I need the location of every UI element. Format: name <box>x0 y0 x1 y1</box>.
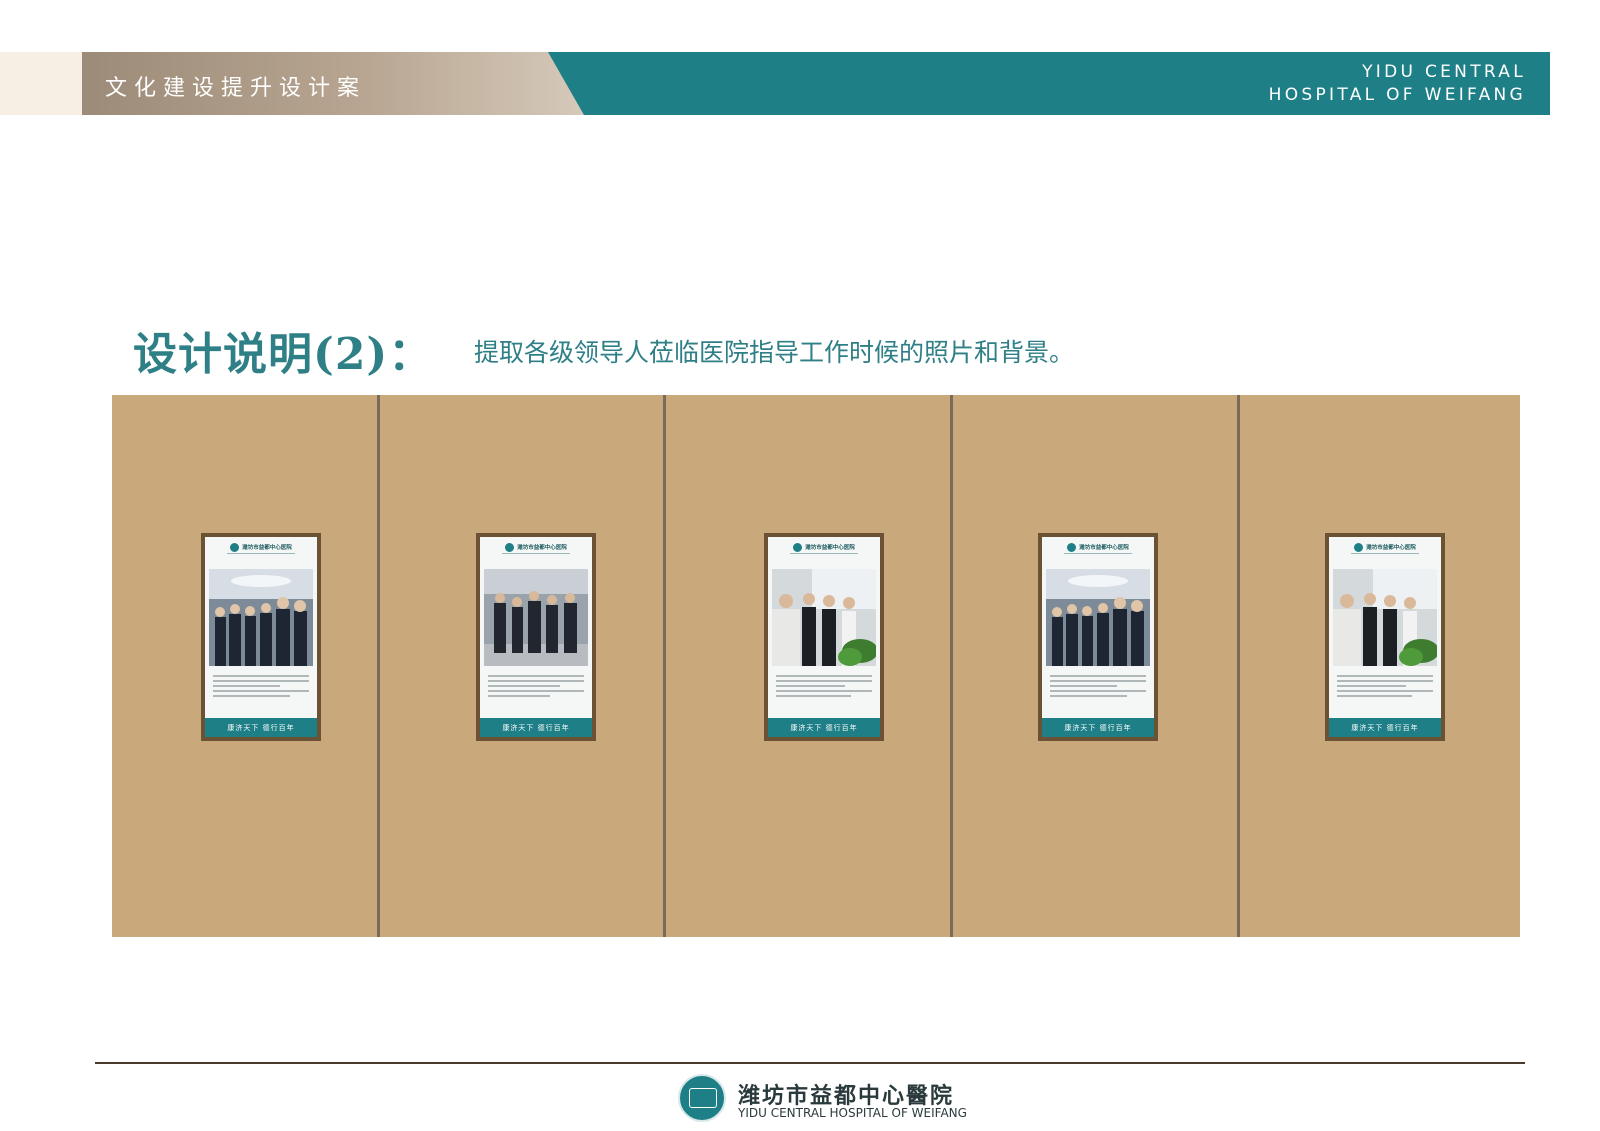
panel-footer: 康济天下 德行百年 <box>205 718 317 737</box>
panel-slogan: 康济天下 德行百年 <box>1064 723 1132 732</box>
panel-header-rule <box>227 553 295 554</box>
wall-divider <box>663 395 666 937</box>
seal-building-icon <box>689 1088 717 1108</box>
panel-caption <box>213 672 309 717</box>
hospital-logo-icon <box>505 542 515 552</box>
panel-caption <box>776 672 872 717</box>
panel-slogan: 康济天下 德行百年 <box>227 723 295 732</box>
photo-plant-meeting <box>1333 569 1437 666</box>
panel-header-rule <box>790 553 858 554</box>
panel-slogan: 康济天下 德行百年 <box>502 723 570 732</box>
photo-group-meeting <box>1046 569 1150 666</box>
panel-caption <box>488 672 584 717</box>
display-panel-1: 潍坊市益都中心医院 康济天下 德行百年 <box>201 533 321 741</box>
header-en-line2: HOSPITAL OF WEIFANG <box>1268 85 1526 105</box>
panel-header: 潍坊市益都中心医院 <box>1042 537 1154 557</box>
display-panel-3: 潍坊市益都中心医院 康济天下 德行百年 <box>764 533 884 741</box>
wall-divider <box>950 395 953 937</box>
panel-footer: 康济天下 德行百年 <box>480 718 592 737</box>
display-panel-5: 潍坊市益都中心医院 康济天下 德行百年 <box>1325 533 1445 741</box>
hospital-seal-icon <box>678 1074 726 1122</box>
panel-header: 潍坊市益都中心医院 <box>205 537 317 557</box>
display-panel-2: 潍坊市益都中心医院 康济天下 德行百年 <box>476 533 596 741</box>
panel-hospital-name: 潍坊市益都中心医院 <box>1366 545 1416 551</box>
panel-caption <box>1337 672 1433 717</box>
photo-plant-meeting <box>772 569 876 666</box>
panel-header: 潍坊市益都中心医院 <box>768 537 880 557</box>
footer-hospital-name-en: YIDU CENTRAL HOSPITAL OF WEIFANG <box>738 1106 967 1120</box>
header-en-line1: YIDU CENTRAL <box>1362 62 1526 82</box>
panel-footer: 康济天下 德行百年 <box>768 718 880 737</box>
hospital-logo-icon <box>793 542 803 552</box>
wall-divider <box>377 395 380 937</box>
panel-footer: 康济天下 德行百年 <box>1329 718 1441 737</box>
photo-walking-group <box>484 569 588 666</box>
header-left-block <box>0 52 82 115</box>
wall-divider <box>1237 395 1240 937</box>
footer-rule <box>95 1062 1525 1064</box>
panel-header: 潍坊市益都中心医院 <box>480 537 592 557</box>
header-english-name: YIDU CENTRAL HOSPITAL OF WEIFANG <box>1269 61 1526 107</box>
header-title: 文化建设提升设计案 <box>105 76 367 101</box>
display-panel-4: 潍坊市益都中心医院 康济天下 德行百年 <box>1038 533 1158 741</box>
photo-group-meeting <box>209 569 313 666</box>
panel-header-rule <box>1064 553 1132 554</box>
hospital-logo-icon <box>230 542 240 552</box>
panel-footer: 康济天下 德行百年 <box>1042 718 1154 737</box>
hospital-logo-icon <box>1354 542 1364 552</box>
panel-hospital-name: 潍坊市益都中心医院 <box>242 545 292 551</box>
panel-header: 潍坊市益都中心医院 <box>1329 537 1441 557</box>
panel-hospital-name: 潍坊市益都中心医院 <box>805 545 855 551</box>
hospital-logo-icon <box>1067 542 1077 552</box>
panel-slogan: 康济天下 德行百年 <box>1351 723 1419 732</box>
panel-hospital-name: 潍坊市益都中心医院 <box>1079 545 1129 551</box>
panel-hospital-name: 潍坊市益都中心医院 <box>517 545 567 551</box>
section-description: 提取各级领导人莅临医院指导工作时候的照片和背景。 <box>474 338 1075 367</box>
section-heading: 设计说明(2)： <box>133 329 434 380</box>
wall-mockup: 潍坊市益都中心医院 康济天下 德行百年 潍坊市益都中心医院 康济天下 德行百年 … <box>112 395 1520 937</box>
panel-header-rule <box>1351 553 1419 554</box>
panel-header-rule <box>502 553 570 554</box>
panel-slogan: 康济天下 德行百年 <box>790 723 858 732</box>
panel-caption <box>1050 672 1146 717</box>
